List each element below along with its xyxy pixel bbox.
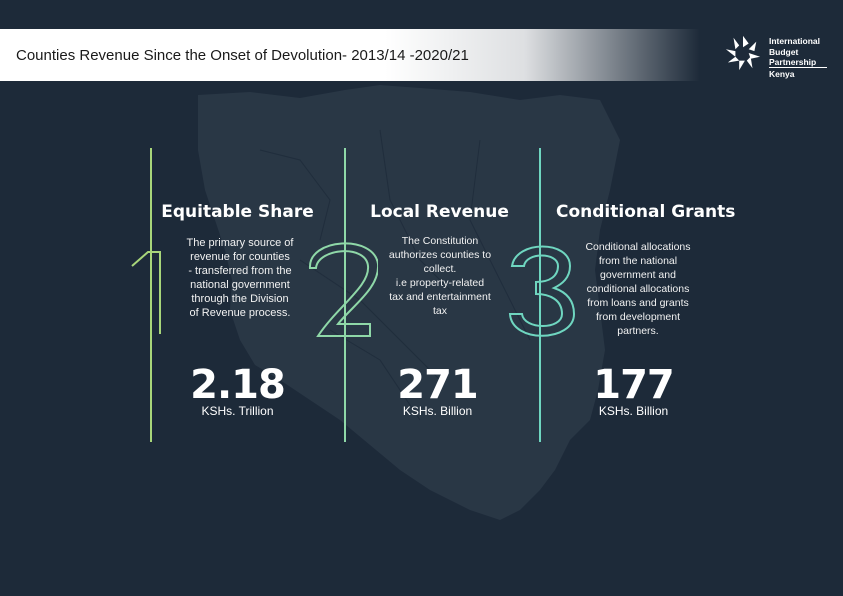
logo-line-1: International — [769, 36, 821, 46]
desc-line: conditional allocations — [586, 283, 690, 295]
infographic: Counties Revenue Since the Onset of Devo… — [0, 0, 843, 596]
desc-line: partners. — [617, 325, 659, 337]
local-revenue-value: 271 — [397, 362, 479, 408]
logo-line-3: Partnership — [769, 57, 817, 67]
equitable-share-description: The primary source of revenue for counti… — [170, 236, 310, 320]
number-2-outline — [308, 242, 378, 337]
desc-line: The Constitution — [401, 235, 479, 247]
logo-divider — [769, 67, 827, 68]
desc-line: - transferred from the — [188, 265, 292, 277]
desc-line: i.e property-related — [395, 277, 485, 289]
conditional-grants-description: Conditional allocations from the nationa… — [568, 240, 708, 338]
conditional-grants-title: Conditional Grants — [556, 202, 736, 222]
desc-line: Conditional allocations — [585, 241, 691, 253]
logo-country: Kenya — [769, 69, 795, 79]
desc-line: authorizes counties to — [388, 249, 492, 261]
desc-line: national government — [190, 279, 290, 291]
local-revenue-title: Local Revenue — [370, 202, 509, 222]
logo-wordmark: International Budget Partnership — [769, 36, 820, 68]
conditional-grants-unit: KSHs. Billion — [598, 404, 669, 418]
desc-line: from development — [595, 311, 681, 323]
conditional-grants-value: 177 — [593, 362, 675, 408]
header-bar: Counties Revenue Since the Onset of Devo… — [0, 29, 700, 81]
desc-line: tax — [432, 305, 447, 317]
equitable-share-unit: KSHs. Trillion — [201, 404, 274, 418]
equitable-share-title: Equitable Share — [161, 202, 314, 222]
desc-line: from the national — [598, 255, 678, 267]
desc-line: tax and entertainment — [389, 291, 491, 303]
desc-line: collect. — [423, 263, 457, 275]
local-revenue-description: The Constitution authorizes counties to … — [370, 234, 510, 318]
desc-line: The primary source of — [186, 237, 294, 249]
ibp-logo: International Budget Partnership Kenya — [724, 34, 834, 80]
number-1-outline — [131, 251, 161, 334]
local-revenue-unit: KSHs. Billion — [402, 404, 473, 418]
desc-line: revenue for counties — [190, 251, 290, 263]
desc-line: government and — [600, 269, 676, 281]
desc-line: of Revenue process. — [189, 307, 291, 319]
desc-line: through the Division — [191, 293, 289, 305]
page-title: Counties Revenue Since the Onset of Devo… — [16, 46, 469, 64]
desc-line: from loans and grants — [587, 297, 689, 309]
logo-line-2: Budget — [769, 46, 799, 57]
pinwheel-logo-icon — [725, 35, 761, 71]
equitable-share-value: 2.18 — [190, 362, 286, 408]
